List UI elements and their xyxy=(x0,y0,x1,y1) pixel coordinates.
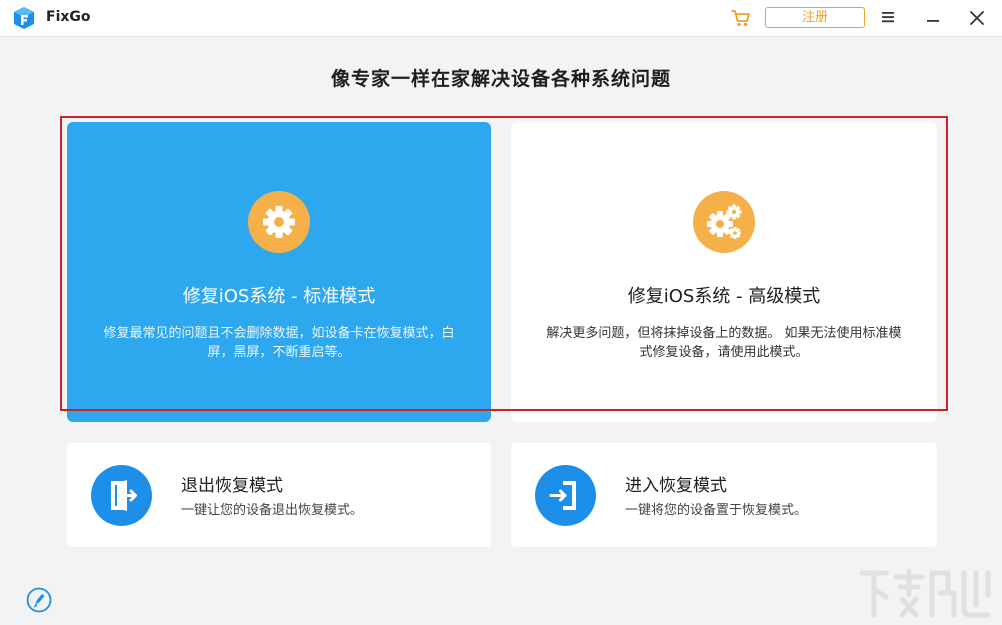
exit-door-icon xyxy=(91,465,152,526)
advanced-mode-description: 解决更多问题，但将抹掉设备上的数据。 如果无法使用标准模式修复设备，请使用此模式… xyxy=(546,326,902,360)
title-bar: FixGo 注册 xyxy=(0,0,1002,37)
register-button[interactable]: 注册 xyxy=(765,7,865,28)
gears-icon xyxy=(693,191,755,253)
app-name: FixGo xyxy=(46,9,91,25)
standard-mode-card[interactable]: 修复iOS系统 - 标准模式 修复最常见的问题且不会删除数据，如设备卡在恢复模式… xyxy=(67,122,491,422)
enter-recovery-title: 进入恢复模式 xyxy=(625,476,727,496)
watermark-logo xyxy=(859,568,991,618)
enter-door-icon xyxy=(535,465,596,526)
advanced-mode-title: 修复iOS系统 - 高级模式 xyxy=(627,286,821,307)
page-title: 像专家一样在家解决设备各种系统问题 xyxy=(330,68,671,90)
standard-mode-title: 修复iOS系统 - 标准模式 xyxy=(182,286,376,307)
enter-recovery-description: 一键将您的设备置于恢复模式。 xyxy=(625,503,808,518)
gear-icon xyxy=(248,191,310,253)
exit-recovery-description: 一键让您的设备退出恢复模式。 xyxy=(181,503,364,518)
standard-mode-description: 修复最常见的问题且不会删除数据，如设备卡在恢复模式，白屏，黑屏，不断重启等。 xyxy=(103,326,455,360)
feedback-icon[interactable] xyxy=(26,587,52,613)
advanced-mode-card[interactable]: 修复iOS系统 - 高级模式 解决更多问题，但将抹掉设备上的数据。 如果无法使用… xyxy=(511,122,937,422)
close-icon[interactable] xyxy=(968,9,986,27)
menu-icon[interactable] xyxy=(880,9,896,25)
enter-recovery-card[interactable]: 进入恢复模式 一键将您的设备置于恢复模式。 xyxy=(511,443,937,547)
minimize-icon[interactable] xyxy=(925,9,941,25)
fixgo-logo-icon xyxy=(14,7,34,29)
cart-icon[interactable] xyxy=(730,7,752,29)
exit-recovery-title: 退出恢复模式 xyxy=(181,476,283,496)
exit-recovery-card[interactable]: 退出恢复模式 一键让您的设备退出恢复模式。 xyxy=(67,443,491,547)
